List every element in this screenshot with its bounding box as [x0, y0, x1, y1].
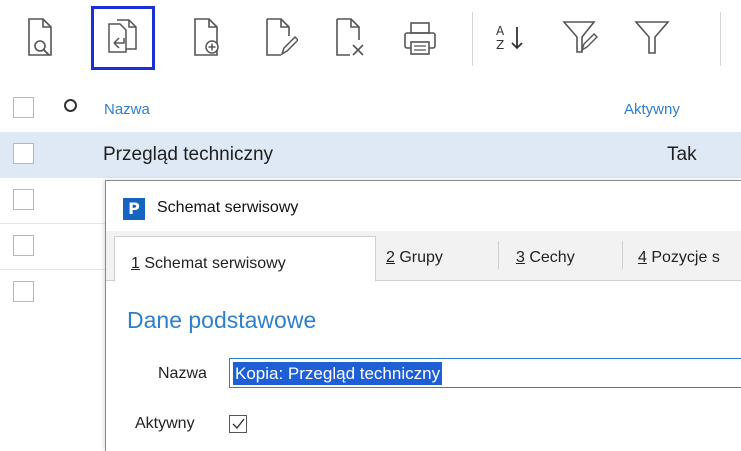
tab-label: Cechy	[524, 249, 575, 266]
column-header-active[interactable]: Aktywny	[624, 101, 680, 118]
column-header-name[interactable]: Nazwa	[104, 101, 150, 118]
row-name: Przegląd techniczny	[103, 144, 274, 165]
tab-pozycje[interactable]: 4 Pozycje s	[638, 239, 720, 281]
delete-button[interactable]	[320, 8, 376, 68]
delete-document-icon	[336, 18, 364, 56]
tab-cechy[interactable]: 3 Cechy	[516, 239, 575, 281]
tab-schemat-serwisowy[interactable]: 1 Schemat serwisowy	[114, 236, 376, 282]
name-input[interactable]: Kopia: Przegląd techniczny	[229, 358, 741, 388]
preview-document-icon	[28, 18, 52, 56]
dialog-tabs: 1 Schemat serwisowy 2 Grupy 3 Cechy 4 Po…	[106, 231, 741, 282]
add-document-icon	[194, 18, 219, 56]
row-active: Tak	[667, 144, 697, 165]
tab-label: Pozycje s	[646, 249, 720, 266]
edit-button[interactable]	[250, 8, 306, 68]
checkmark-icon	[232, 418, 245, 430]
tab-label: Schemat serwisowy	[139, 255, 286, 272]
section-title: Dane podstawowe	[127, 307, 317, 333]
tab-grupy[interactable]: 2 Grupy	[386, 239, 443, 281]
filter-button[interactable]	[624, 8, 680, 68]
tab-separator	[498, 241, 499, 269]
row-checkbox[interactable]	[13, 281, 34, 302]
preview-button[interactable]	[12, 8, 68, 68]
copy-button[interactable]	[91, 6, 155, 70]
filter-icon	[634, 21, 670, 54]
print-icon	[404, 22, 436, 55]
add-button[interactable]	[178, 8, 234, 68]
active-checkbox[interactable]	[229, 415, 247, 433]
app-logo-icon: P	[123, 198, 145, 220]
print-button[interactable]	[392, 8, 448, 68]
active-label: Aktywny	[135, 415, 195, 432]
tab-key: 2	[386, 249, 395, 266]
tab-key: 3	[516, 249, 525, 266]
dialog-title-bar[interactable]: P Schemat serwisowy	[106, 181, 741, 227]
list-header: Nazwa Aktywny	[0, 90, 741, 130]
copy-document-icon	[108, 19, 137, 53]
sort-letter-a: A	[496, 24, 505, 38]
toolbar: A Z	[0, 0, 741, 75]
row-checkbox[interactable]	[13, 143, 34, 164]
sort-button[interactable]: A Z	[484, 8, 540, 68]
name-input-value: Kopia: Przegląd techniczny	[233, 362, 443, 385]
name-label: Nazwa	[158, 365, 207, 382]
sort-letter-z: Z	[496, 38, 504, 52]
dialog-title: Schemat serwisowy	[157, 199, 299, 216]
tab-separator	[622, 241, 623, 269]
tab-key: 4	[638, 249, 647, 266]
edit-document-icon	[266, 18, 298, 56]
row-checkbox[interactable]	[13, 235, 34, 256]
service-schema-dialog: P Schemat serwisowy 1 Schemat serwisowy …	[105, 180, 741, 451]
row-checkbox[interactable]	[13, 189, 34, 210]
edit-filter-icon	[562, 21, 598, 53]
tab-label: Grupy	[394, 249, 443, 266]
toolbar-separator	[472, 12, 473, 66]
toolbar-separator	[720, 12, 721, 66]
tab-key: 1	[131, 255, 140, 272]
select-all-checkbox[interactable]	[13, 97, 34, 118]
status-column-icon	[64, 99, 77, 112]
table-row[interactable]: Przegląd techniczny Tak	[0, 132, 741, 178]
edit-filter-button[interactable]	[552, 8, 608, 68]
sort-az-icon: A Z	[496, 24, 523, 52]
